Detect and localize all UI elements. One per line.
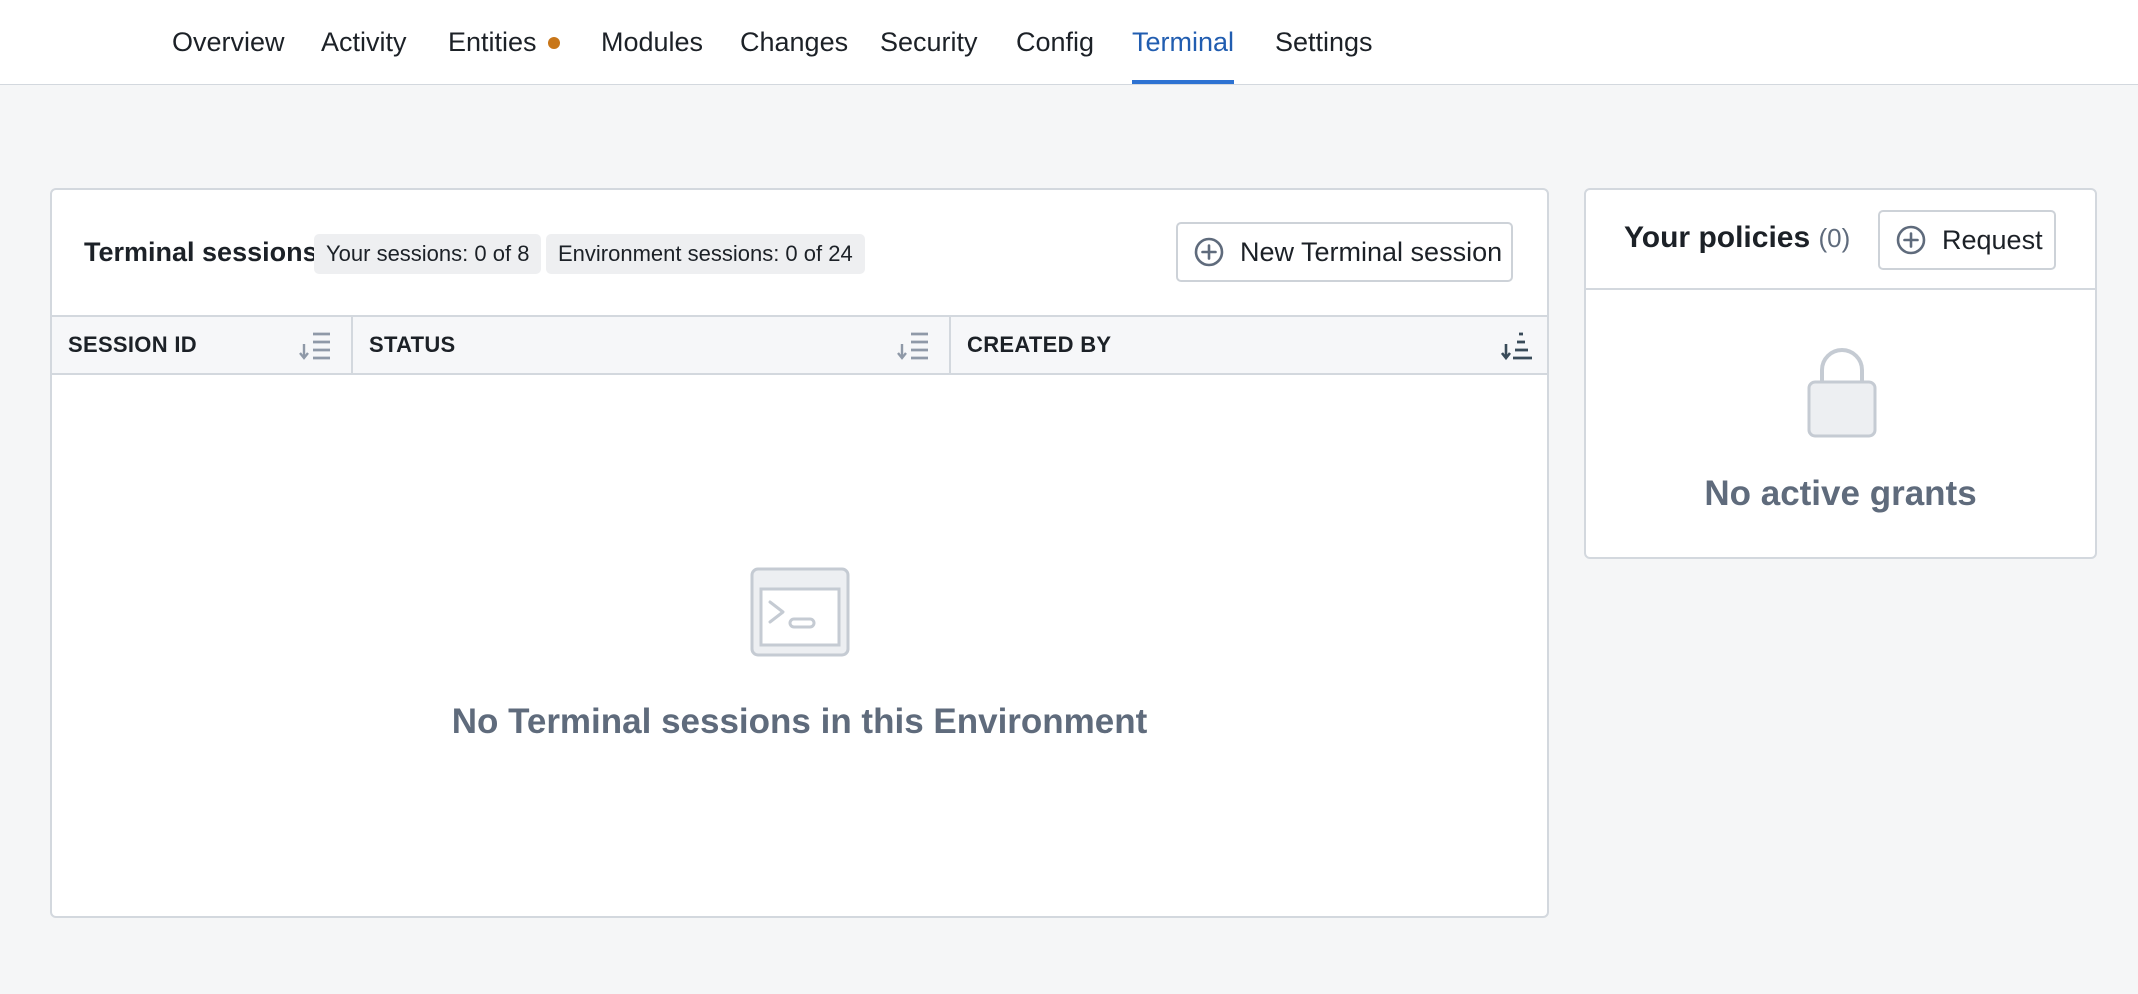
- button-label: New Terminal session: [1240, 236, 1503, 267]
- divider: [1586, 288, 2095, 290]
- your-sessions-badge: Your sessions: 0 of 8: [314, 234, 542, 274]
- empty-state-message: No Terminal sessions in this Environment: [451, 702, 1148, 741]
- panel-title: Terminal sessions: [84, 237, 318, 267]
- terminal-icon: [750, 567, 850, 657]
- policies-count: (0): [1818, 223, 1851, 253]
- column-label: STATUS: [369, 332, 456, 357]
- sort-desc-icon[interactable]: [299, 331, 331, 361]
- lock-icon: [1807, 348, 1877, 438]
- tab-overview[interactable]: Overview: [172, 0, 285, 84]
- sort-asc-icon[interactable]: [1501, 331, 1533, 361]
- tab-label: Security: [880, 26, 978, 57]
- top-nav: Overview Activity Entities Modules Chang…: [0, 0, 2138, 85]
- column-label: SESSION ID: [68, 332, 197, 357]
- tab-label: Modules: [601, 26, 704, 57]
- tab-label: Changes: [740, 26, 849, 57]
- column-header-created-by[interactable]: CREATED BY: [949, 317, 1547, 373]
- tab-changes[interactable]: Changes: [740, 0, 848, 84]
- column-header-status[interactable]: STATUS: [351, 317, 949, 373]
- terminal-sessions-panel: Terminal sessions Your sessions: 0 of 8 …: [50, 188, 1549, 918]
- notification-dot-icon: [547, 37, 560, 49]
- tab-security[interactable]: Security: [880, 0, 978, 84]
- tab-label: Settings: [1275, 26, 1373, 57]
- tab-label: Activity: [321, 26, 407, 57]
- sessions-table-header: SESSION ID STATUS CREATED BY: [52, 315, 1547, 375]
- plus-circle-icon: [1896, 225, 1926, 255]
- tab-label: Entities: [448, 26, 537, 57]
- tab-terminal[interactable]: Terminal: [1132, 0, 1235, 84]
- environment-sessions-badge: Environment sessions: 0 of 24: [546, 234, 865, 274]
- button-label: Request: [1942, 224, 2043, 255]
- empty-state-message: No active grants: [1704, 474, 1977, 513]
- tab-activity[interactable]: Activity: [321, 0, 407, 84]
- plus-circle-icon: [1194, 237, 1224, 267]
- tab-modules[interactable]: Modules: [601, 0, 703, 84]
- sort-desc-icon[interactable]: [897, 331, 929, 361]
- request-button[interactable]: Request: [1878, 210, 2056, 270]
- panel-title-text: Your policies: [1624, 221, 1811, 254]
- column-label: CREATED BY: [967, 332, 1112, 357]
- tab-label: Config: [1016, 26, 1095, 57]
- new-terminal-session-button[interactable]: New Terminal session: [1176, 222, 1513, 282]
- tab-label: Overview: [172, 26, 285, 57]
- tab-config[interactable]: Config: [1016, 0, 1094, 84]
- your-policies-panel: Your policies (0) Request No active gran…: [1584, 188, 2097, 559]
- tab-entities[interactable]: Entities: [448, 0, 560, 84]
- tab-settings[interactable]: Settings: [1275, 0, 1373, 84]
- panel-title: Your policies (0): [1624, 221, 1850, 255]
- column-header-session-id[interactable]: SESSION ID: [52, 317, 351, 373]
- tab-label: Terminal: [1132, 26, 1235, 57]
